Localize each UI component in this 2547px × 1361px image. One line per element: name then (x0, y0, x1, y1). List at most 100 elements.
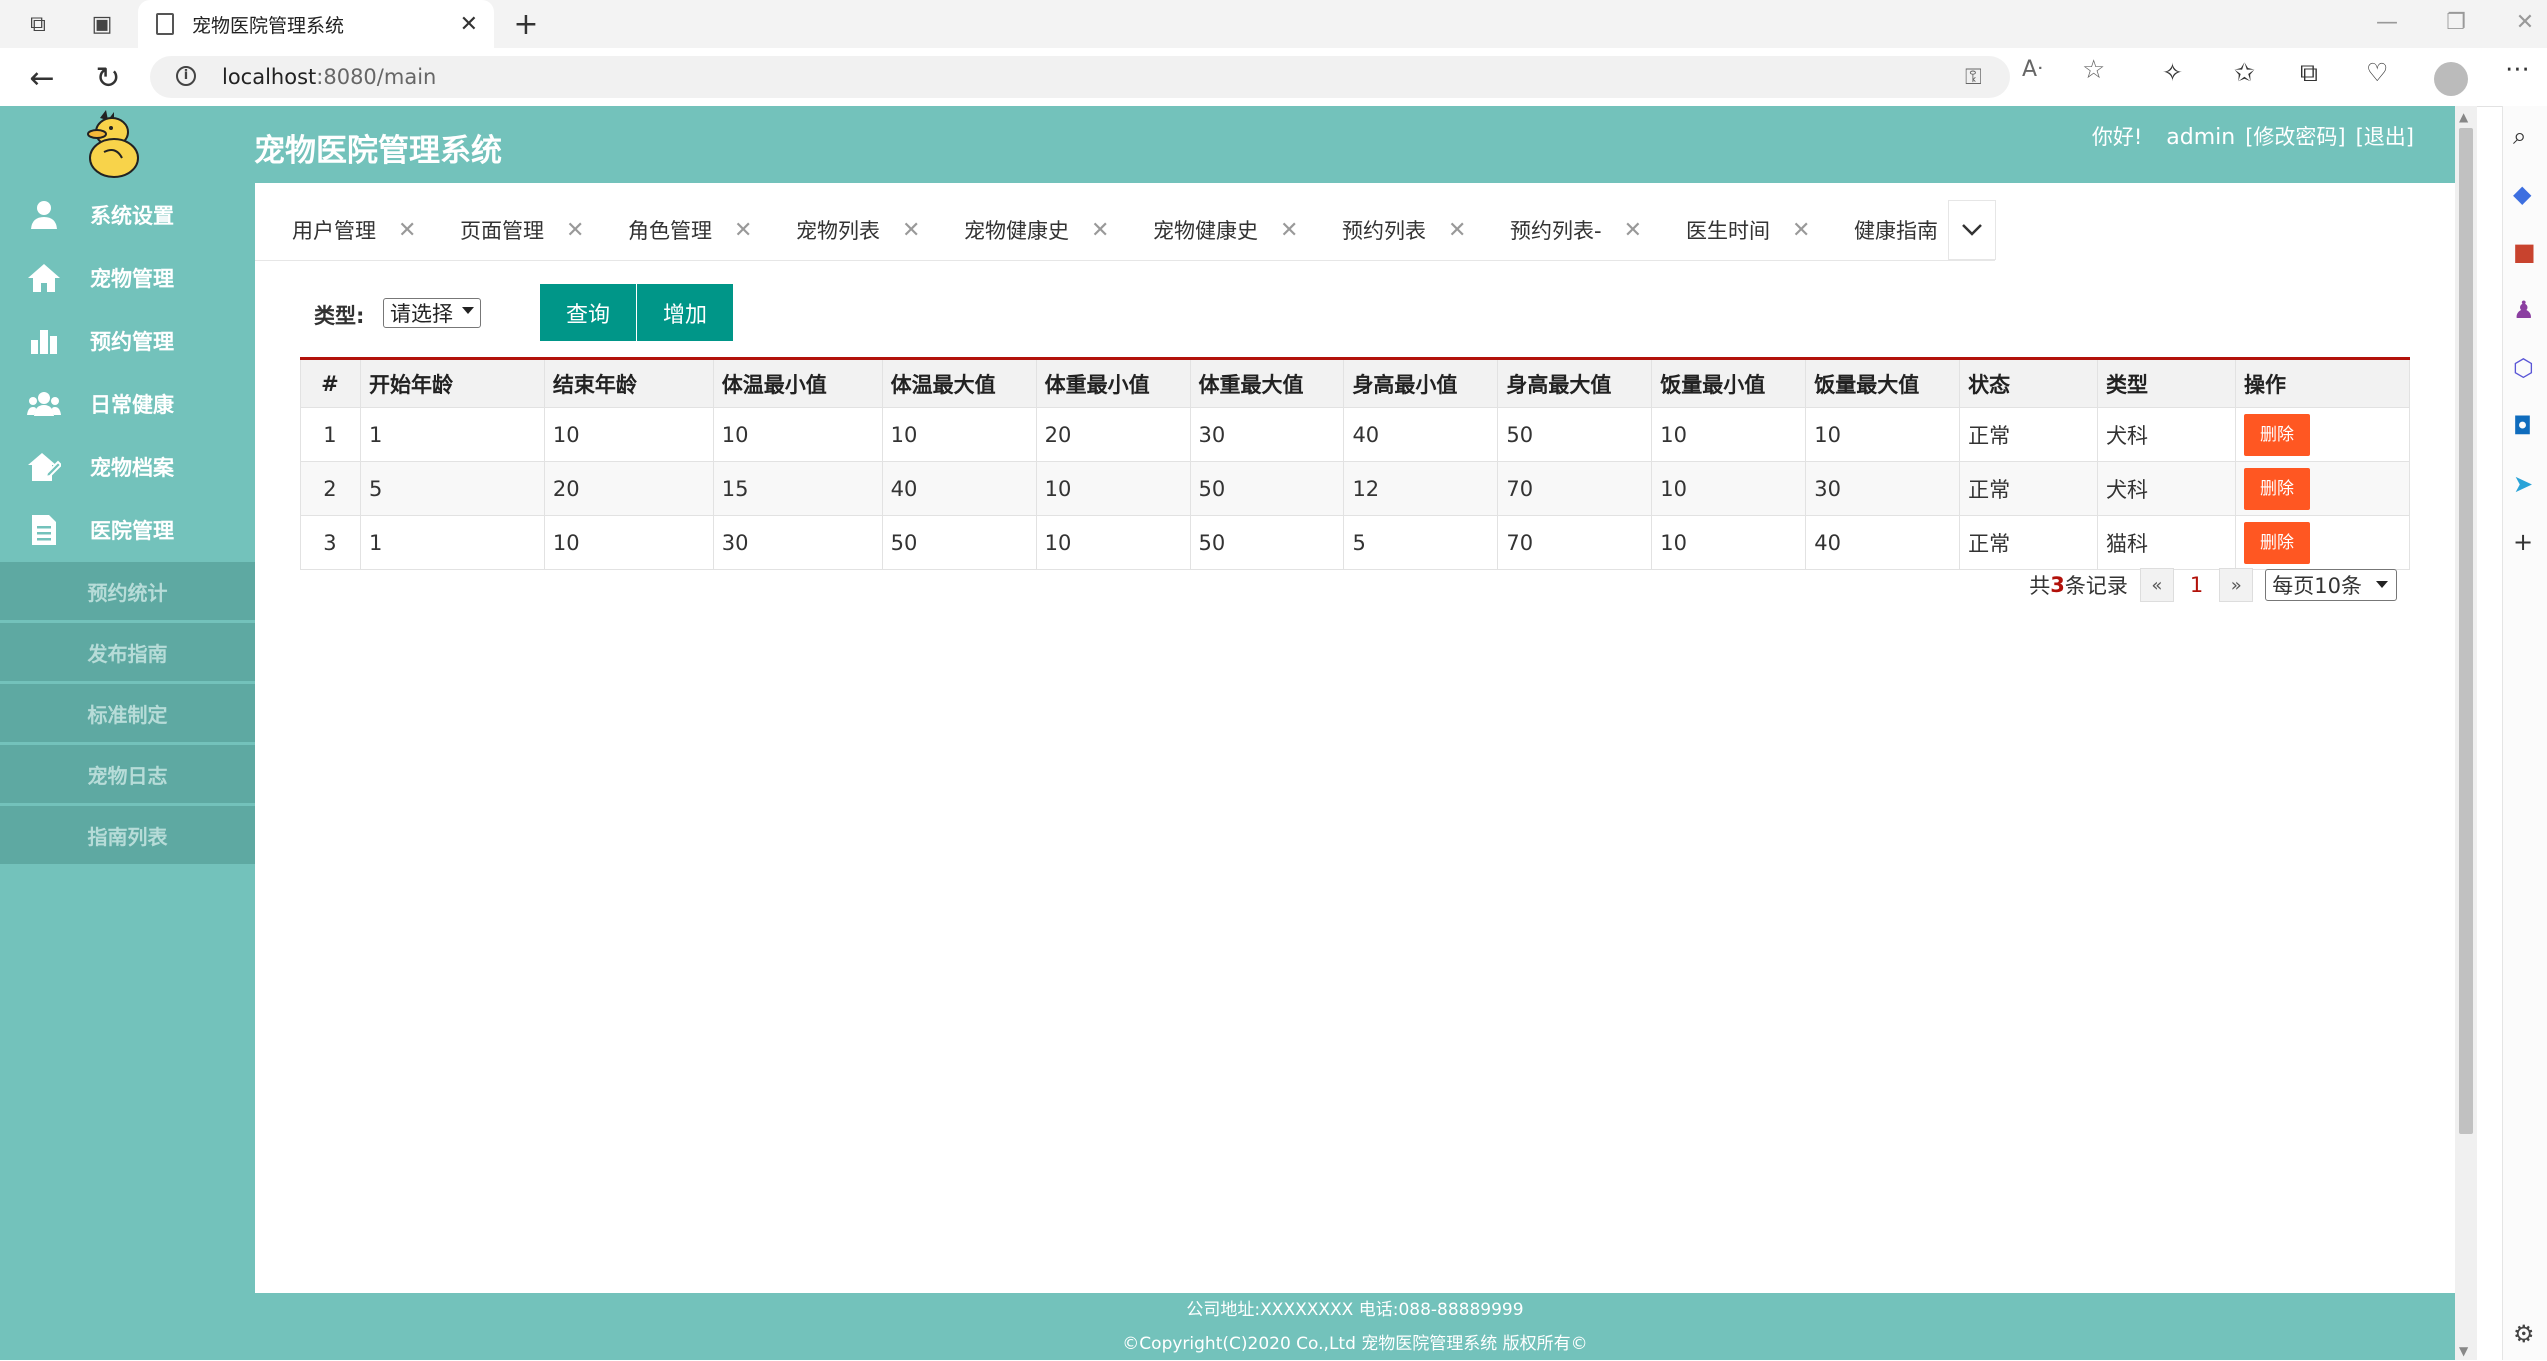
tab-role-management[interactable]: 角色管理 ✕ (628, 200, 752, 260)
sidebar-subitem-appointment-stats[interactable]: 预约统计 (0, 562, 255, 622)
table-cell: 10 (543, 515, 714, 570)
close-icon[interactable]: ✕ (1448, 218, 1466, 243)
key-icon[interactable]: ⚿ (1965, 65, 1982, 90)
site-info-icon[interactable]: i (176, 66, 196, 86)
tab-pet-health-history-2[interactable]: 宠物健康史 ✕ (1153, 200, 1298, 260)
shopping-tag-icon[interactable]: ◆ (2513, 180, 2531, 208)
table-cell: 正常 (1959, 515, 2099, 570)
close-icon[interactable]: ✕ (1280, 218, 1298, 243)
column-header: 体温最大值 (881, 358, 1037, 408)
scroll-down-icon[interactable]: ▼ (2459, 1344, 2468, 1358)
sidebar-item-appointment-management[interactable]: 预约管理 (0, 309, 255, 372)
tab-page-management[interactable]: 页面管理 ✕ (460, 200, 584, 260)
address-bar[interactable]: i localhost:8080/main ⚿ (150, 56, 2010, 98)
type-select[interactable]: 请选择 (383, 298, 481, 328)
scroll-up-icon[interactable]: ▲ (2459, 110, 2468, 124)
change-password-link[interactable]: [修改密码] (2245, 125, 2345, 149)
tab-appointment-list-2[interactable]: 预约列表- ✕ (1510, 200, 1642, 260)
more-menu-icon[interactable]: ⋯ (2505, 54, 2530, 83)
table-cell: 70 (1497, 515, 1653, 570)
delete-button[interactable]: 删除 (2243, 521, 2310, 564)
table-cell: 犬科 (2097, 407, 2236, 462)
duck-logo (87, 110, 139, 178)
close-icon[interactable]: ✕ (1091, 218, 1109, 243)
next-page-button[interactable]: » (2219, 568, 2254, 602)
close-icon[interactable]: ✕ (1792, 218, 1810, 243)
sidebar-item-label: 系统设置 (90, 203, 174, 228)
minimize-icon[interactable]: — (2367, 10, 2407, 35)
close-icon[interactable]: ✕ (902, 218, 920, 243)
new-tab-icon[interactable]: + (508, 6, 544, 42)
close-icon[interactable]: ✕ (566, 218, 584, 243)
tab-appointment-list[interactable]: 预约列表 ✕ (1342, 200, 1466, 260)
record-count-prefix: 共 (2029, 574, 2051, 598)
tab-pet-list[interactable]: 宠物列表 ✕ (796, 200, 920, 260)
sidebar-item-label: 日常健康 (90, 392, 174, 417)
page-size-select[interactable]: 每页10条 (2265, 569, 2397, 601)
outlook-icon[interactable]: ◘ (2513, 412, 2532, 440)
add-sidebar-app-icon[interactable]: + (2513, 528, 2533, 556)
profile-avatar[interactable] (2434, 62, 2468, 96)
add-button[interactable]: 增加 (637, 284, 733, 341)
table-header-row: # 开始年龄 结束年龄 体温最小值 体温最大值 体重最小值 体重最大值 身高最小… (300, 358, 2411, 408)
read-aloud-icon[interactable]: Aᐧ (2022, 57, 2043, 82)
refresh-icon[interactable]: ↻ (88, 58, 128, 98)
favorite-star-icon[interactable]: ☆ (2082, 55, 2105, 85)
telegram-icon[interactable]: ➤ (2513, 470, 2533, 498)
workspaces-icon[interactable]: ⧉ (24, 10, 52, 38)
performance-icon[interactable]: ♡ (2366, 58, 2388, 87)
office-icon[interactable]: ⬡ (2513, 354, 2534, 382)
delete-button[interactable]: 删除 (2243, 413, 2310, 456)
collections-icon[interactable]: ⧉ (2300, 58, 2318, 88)
user-icon (26, 197, 62, 233)
page-icon (156, 13, 174, 35)
sidebar-item-pet-management[interactable]: 宠物管理 (0, 246, 255, 309)
table-cell: 10 (543, 407, 714, 462)
extensions-icon[interactable]: ✧ (2162, 58, 2183, 87)
sidebar-subitem-pet-log[interactable]: 宠物日志 (0, 745, 255, 805)
table-cell: 20 (543, 461, 714, 516)
close-icon[interactable]: ✕ (398, 218, 416, 243)
dropdown-caret-icon (2376, 581, 2388, 588)
vertical-tabs-icon[interactable]: ▣ (88, 10, 116, 38)
sidebar-item-hospital-management[interactable]: 医院管理 (0, 498, 255, 561)
close-icon[interactable]: ✕ (734, 218, 752, 243)
logout-link[interactable]: [退出] (2356, 125, 2414, 149)
sidebar-item-system-settings[interactable]: 系统设置 (0, 183, 255, 246)
games-icon[interactable]: ♟ (2513, 296, 2535, 324)
tabs-more-button[interactable] (1948, 200, 1996, 260)
tab-user-management[interactable]: 用户管理 ✕ (292, 200, 416, 260)
search-icon[interactable]: ⌕ (2513, 122, 2526, 150)
query-button[interactable]: 查询 (540, 284, 636, 341)
document-icon (26, 512, 62, 548)
scrollbar-thumb[interactable] (2459, 128, 2473, 1134)
favorites-icon[interactable]: ✩ (2234, 58, 2255, 87)
delete-button[interactable]: 删除 (2243, 467, 2310, 510)
bar-chart-icon (26, 323, 62, 359)
sidebar-settings-icon[interactable]: ⚙ (2513, 1320, 2535, 1348)
close-tab-icon[interactable]: ✕ (460, 12, 478, 37)
prev-page-button[interactable]: « (2139, 568, 2174, 602)
tab-doctor-time[interactable]: 医生时间 ✕ (1686, 200, 1810, 260)
restore-icon[interactable]: ❐ (2436, 10, 2476, 35)
sidebar-subitem-standards[interactable]: 标准制定 (0, 684, 255, 744)
home-icon (26, 260, 62, 296)
tab-health-guide[interactable]: 健康指南 (1854, 200, 1938, 260)
browser-tabstrip: ⧉ ▣ 宠物医院管理系统 ✕ + — ❐ ✕ (0, 0, 2547, 48)
browser-tab[interactable]: 宠物医院管理系统 ✕ (138, 0, 494, 48)
sidebar-item-daily-health[interactable]: 日常健康 (0, 372, 255, 435)
close-icon[interactable]: ✕ (1624, 218, 1642, 243)
tab-pet-health-history[interactable]: 宠物健康史 ✕ (964, 200, 1109, 260)
back-icon[interactable]: ← (22, 58, 62, 98)
url-text[interactable]: localhost:8080/main (222, 65, 436, 89)
sidebar-subitem-publish-guide[interactable]: 发布指南 (0, 623, 255, 683)
tools-icon[interactable]: ■ (2513, 238, 2536, 266)
column-header: 饭量最小值 (1651, 358, 1807, 408)
house-edit-icon (26, 449, 62, 485)
table-cell: 删除 (2234, 407, 2411, 462)
current-page[interactable]: 1 (2190, 573, 2203, 597)
pagination: 共 3 条记录 « 1 » 每页10条 (2029, 568, 2397, 602)
close-window-icon[interactable]: ✕ (2505, 10, 2545, 35)
sidebar-item-pet-records[interactable]: 宠物档案 (0, 435, 255, 498)
sidebar-subitem-guide-list[interactable]: 指南列表 (0, 806, 255, 866)
